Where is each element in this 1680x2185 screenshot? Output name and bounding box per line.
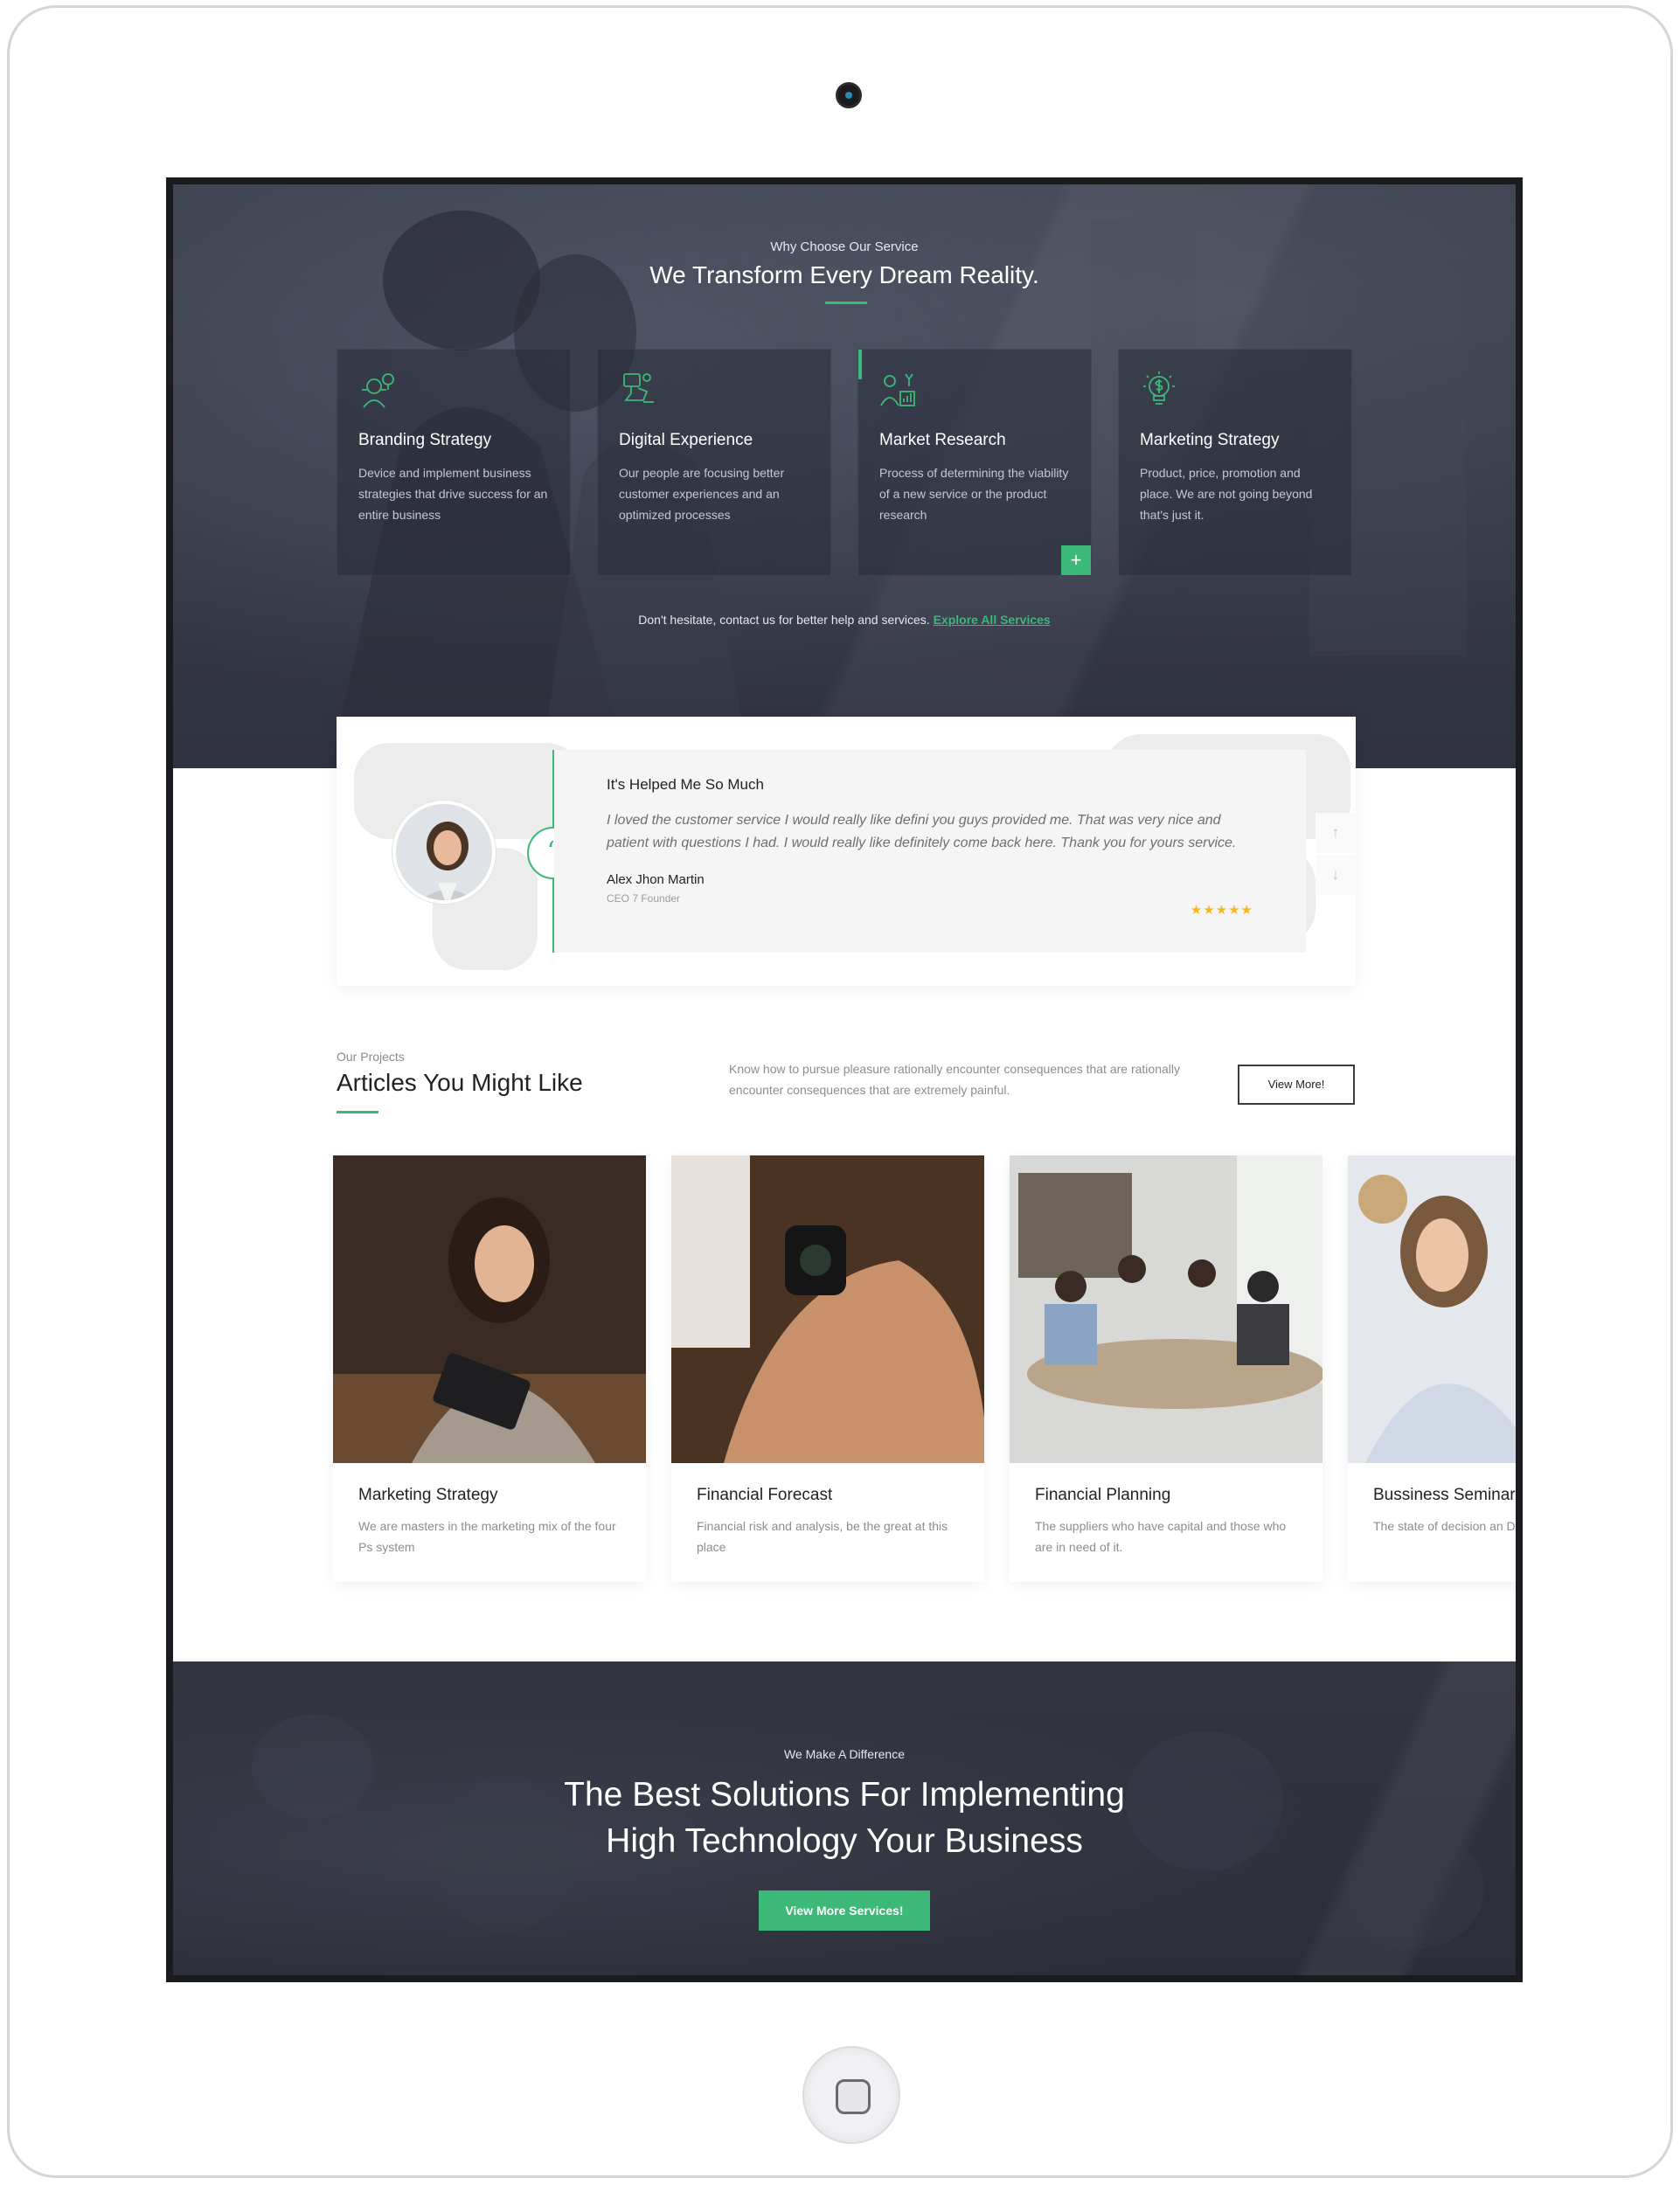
title-underline	[825, 302, 867, 304]
arrow-down-icon[interactable]: ↓	[1316, 855, 1356, 895]
service-desc: Process of determining the viability of …	[879, 466, 1069, 522]
device-screen: Why Choose Our Service We Transform Ever…	[166, 177, 1523, 1982]
article-image	[671, 1155, 984, 1463]
home-square-icon	[836, 2079, 871, 2114]
service-title: Market Research	[879, 431, 1006, 449]
camera-icon	[836, 82, 862, 108]
testimonial-title: It's Helped Me So Much	[607, 776, 764, 793]
service-desc: Our people are focusing better customer …	[619, 466, 785, 522]
hero-title: We Transform Every Dream Reality.	[649, 261, 1039, 288]
view-more-services-button[interactable]: View More Services!	[759, 1890, 930, 1931]
article-title: Financial Planning	[1035, 1486, 1171, 1504]
cta-title-line: The Best Solutions For Implementing	[564, 1776, 1125, 1814]
cta-eyebrow: We Make A Difference	[784, 1747, 905, 1761]
service-title: Marketing Strategy	[1140, 431, 1280, 449]
cta-title-line: High Technology Your Business	[606, 1822, 1083, 1860]
home-button[interactable]	[802, 2046, 900, 2144]
hero-footer-message: Don't hesitate, contact us for better he…	[638, 613, 930, 627]
projects-eyebrow: Our Projects	[337, 1050, 405, 1064]
testimonial-name: Alex Jhon Martin	[607, 872, 705, 887]
smartwatch-photo	[671, 1155, 984, 1463]
services-hero: Why Choose Our Service We Transform Ever…	[173, 184, 1516, 768]
article-desc: The suppliers who have capital and those…	[1035, 1519, 1287, 1554]
article-image	[1348, 1155, 1516, 1463]
service-desc: Product, price, promotion and place. We …	[1140, 466, 1313, 522]
market-chart-icon	[880, 373, 915, 406]
service-title: Digital Experience	[619, 431, 753, 449]
digital-hand-icon	[623, 373, 654, 403]
plus-icon[interactable]: +	[1061, 545, 1091, 575]
projects-title: Articles You Might Like	[337, 1069, 583, 1096]
article-desc: The state of decision an Designed decisi…	[1373, 1519, 1516, 1533]
testimonial-text: I loved the customer service I would rea…	[607, 813, 1237, 850]
cta-title: The Best Solutions For Implementing High…	[173, 1772, 1516, 1864]
hero-footer-text: Don't hesitate, contact us for better he…	[173, 613, 1516, 627]
arrow-up-icon[interactable]: ↑	[1316, 813, 1356, 853]
article-image	[333, 1155, 646, 1463]
service-card-active[interactable]: Market Research Process of determining t…	[857, 349, 1092, 576]
cta-section: We Make A Difference The Best Solutions …	[173, 1661, 1516, 1975]
article-card[interactable]: Marketing Strategy We are masters in the…	[333, 1155, 646, 1582]
article-image	[1010, 1155, 1322, 1463]
article-title: Financial Forecast	[697, 1486, 833, 1504]
projects-desc: Know how to pursue pleasure rationally e…	[729, 1062, 1180, 1097]
article-card[interactable]: Financial Forecast Financial risk and an…	[671, 1155, 984, 1582]
view-more-button[interactable]: View More!	[1238, 1065, 1355, 1105]
dollar-bulb-icon	[1143, 371, 1175, 405]
testimonial-card: “ It's Helped Me So Much I loved the cus…	[337, 717, 1356, 986]
woman-tablet-photo	[333, 1155, 646, 1463]
meeting-photo	[1010, 1155, 1322, 1463]
article-card[interactable]: Bussiness Seminar The state of decision …	[1348, 1155, 1516, 1582]
service-card[interactable]: Digital Experience Our people are focusi…	[597, 349, 831, 576]
star-rating-icon: ★★★★★	[1190, 903, 1253, 918]
hero-eyebrow: Why Choose Our Service	[770, 239, 919, 254]
article-card[interactable]: Financial Planning The suppliers who hav…	[1010, 1155, 1322, 1582]
testimonial-role: CEO 7 Founder	[607, 892, 681, 905]
service-card[interactable]: Marketing Strategy Product, price, promo…	[1118, 349, 1352, 576]
quote-box: It's Helped Me So Much I loved the custo…	[554, 750, 1306, 953]
avatar	[392, 801, 496, 904]
strategy-person-icon	[362, 373, 394, 408]
explore-services-link[interactable]: Explore All Services	[934, 613, 1051, 627]
article-desc: Financial risk and analysis, be the grea…	[697, 1519, 948, 1554]
service-desc: Device and implement business strategies…	[358, 466, 548, 522]
article-desc: We are masters in the marketing mix of t…	[358, 1519, 616, 1554]
page-viewport: Why Choose Our Service We Transform Ever…	[173, 184, 1516, 1975]
service-title: Branding Strategy	[358, 431, 492, 449]
service-card[interactable]: Branding Strategy Device and implement b…	[337, 349, 571, 576]
article-title: Marketing Strategy	[358, 1486, 498, 1504]
article-title: Bussiness Seminar	[1373, 1486, 1516, 1504]
woman-office-photo	[1348, 1155, 1516, 1463]
title-underline	[337, 1111, 378, 1113]
